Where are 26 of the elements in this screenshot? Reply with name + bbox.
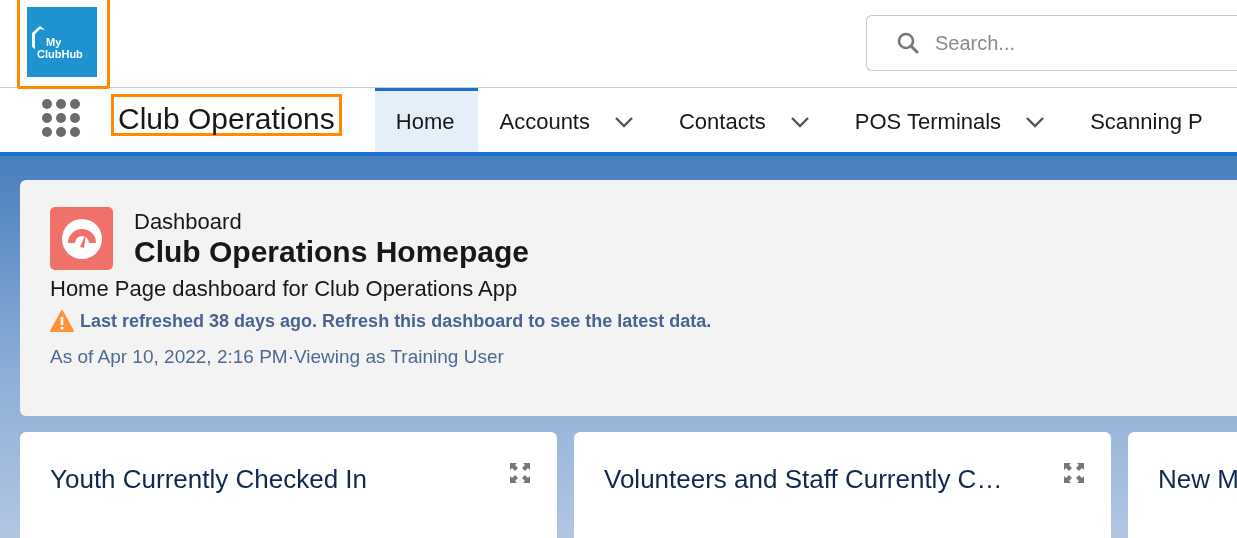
- chevron-down-icon[interactable]: [614, 115, 634, 128]
- search-icon: [896, 31, 920, 55]
- logo-text: My: [46, 36, 62, 49]
- expand-icon[interactable]: [509, 462, 531, 484]
- dashboard-meta: As of Apr 10, 2022, 2:16 PM·Viewing as Training User: [50, 346, 505, 368]
- chevron-down-icon[interactable]: [789, 115, 810, 128]
- nav-tab[interactable]: Scanning P: [1069, 88, 1227, 152]
- dashboard-description: Home Page dashboard for Club Operations App: [50, 276, 519, 302]
- dashboard-title: Club Operations Homepage: [134, 234, 530, 269]
- card-title: New M: [1158, 464, 1237, 495]
- logo-text: ClubHub: [36, 48, 83, 60]
- nav-tab[interactable]: Accounts: [478, 88, 658, 152]
- app-launcher-icon[interactable]: [42, 99, 80, 137]
- gauge-icon: [50, 207, 113, 270]
- nav-tab[interactable]: Home: [374, 88, 479, 152]
- app-name: Club Operations: [111, 94, 342, 136]
- search-field[interactable]: Search...: [866, 15, 1237, 71]
- nav-tab[interactable]: POS Terminals: [833, 88, 1070, 152]
- expand-icon[interactable]: [1063, 462, 1085, 484]
- warning-icon: [50, 310, 74, 332]
- chevron-down-icon[interactable]: [1025, 115, 1046, 128]
- record-type-label: Dashboard: [134, 208, 243, 235]
- card-title: Youth Currently Checked In: [50, 464, 367, 495]
- card-title: Volunteers and Staff Currently C…: [604, 464, 1003, 495]
- refresh-warning: Last refreshed 38 days ago. Refresh this dashboard to see the latest data.: [80, 310, 712, 332]
- nav-tab[interactable]: Contacts: [658, 88, 834, 152]
